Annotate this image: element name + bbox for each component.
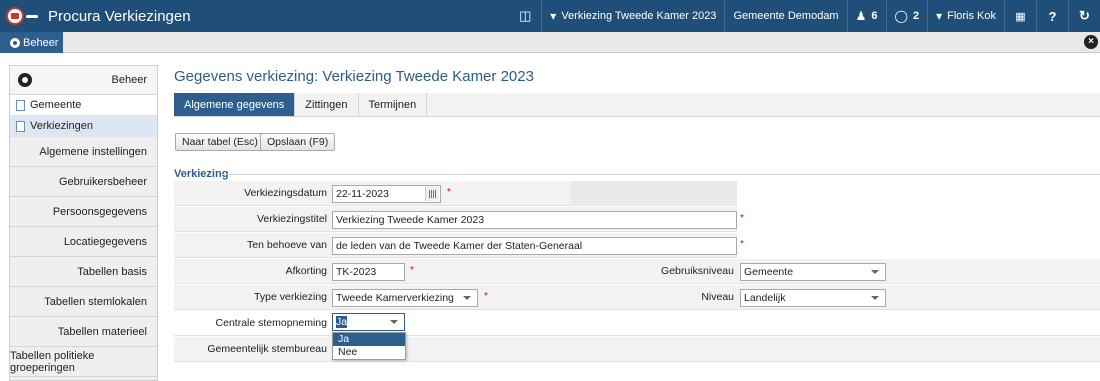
sidebar-item-locatiegegevens[interactable]: Locatiegegevens	[10, 227, 157, 257]
sidebar-item-gebruikersbeheer[interactable]: Gebruikersbeheer	[10, 167, 157, 197]
dropdown-option-ja[interactable]: Ja	[333, 333, 405, 346]
app-title: Procura Verkiezingen	[48, 7, 191, 25]
behalf-field[interactable]: de leden van de Tweede Kamer der Staten-…	[332, 237, 737, 255]
user-menu[interactable]: ▾ Floris Kok	[927, 0, 1004, 32]
users-button[interactable]: ♟ 6	[846, 0, 886, 32]
messages-button[interactable]: ◯ 2	[885, 0, 928, 32]
sidebar-item-tabellen-stemlokalen[interactable]: Tabellen stemlokalen	[10, 287, 157, 317]
abbreviation-field[interactable]: TK-2023	[332, 263, 405, 281]
level-select[interactable]: Landelijk	[740, 289, 886, 307]
type-select[interactable]: Tweede Kamerverkiezing	[332, 289, 478, 307]
election-selector-label: Verkiezing Tweede Kamer 2023	[561, 10, 717, 22]
title-field[interactable]: Verkiezing Tweede Kamer 2023	[332, 211, 737, 229]
central-counting-dropdown: Ja Nee	[332, 332, 406, 360]
sidebar: Beheer Gemeente Verkiezingen Algemene in…	[9, 65, 158, 381]
logo-icon	[6, 7, 24, 25]
help-button[interactable]: ?	[1036, 0, 1068, 32]
section-divider	[222, 174, 1100, 175]
users-count: 6	[871, 10, 878, 22]
page-title: Gegevens verkiezing: Verkiezing Tweede K…	[174, 68, 534, 85]
dropdown-option-nee[interactable]: Nee	[333, 346, 405, 359]
module-tab-label: Beheer	[23, 36, 59, 49]
abbreviation-label: Afkorting	[285, 265, 327, 277]
municipal-office-label: Gemeentelijk stembureau	[207, 343, 327, 355]
bookmark-icon[interactable]: ◫	[509, 0, 541, 32]
top-bar: Procura Verkiezingen ◫ ▾ Verkiezing Twee…	[0, 0, 1100, 32]
caret-down-icon	[871, 296, 879, 300]
tab-bar: Algemene gegevens Zittingen Termijnen	[174, 93, 1100, 117]
sidebar-item-label: Gemeente	[30, 99, 82, 111]
section-title: Verkiezing	[174, 168, 229, 180]
caret-down-icon	[871, 270, 879, 274]
required-mark: *	[410, 265, 414, 276]
calendar-icon[interactable]	[425, 187, 439, 201]
behalf-label: Ten behoeve van	[247, 239, 327, 251]
required-mark: *	[740, 213, 744, 224]
sidebar-item-label: Verkiezingen	[30, 120, 93, 132]
empty-cell	[571, 181, 737, 206]
form-row-abbreviation: Afkorting TK-2023 * Gebruiksniveau Gemee…	[174, 259, 1100, 284]
sidebar-item-tabellen-politieke-groeperingen[interactable]: Tabellen politieke groeperingen	[10, 347, 157, 377]
election-selector[interactable]: ▾ Verkiezing Tweede Kamer 2023	[541, 0, 724, 32]
app-logo[interactable]	[0, 0, 44, 32]
tab-algemene-gegevens[interactable]: Algemene gegevens	[174, 93, 296, 116]
document-icon	[16, 120, 25, 132]
usage-level-value: Gemeente	[744, 266, 794, 278]
required-mark: *	[740, 239, 744, 250]
tab-zittingen[interactable]: Zittingen	[295, 93, 359, 116]
gear-icon	[18, 73, 32, 87]
user-name: Floris Kok	[947, 10, 996, 22]
close-icon[interactable]: ×	[1084, 35, 1098, 49]
level-value: Landelijk	[744, 292, 786, 304]
type-label: Type verkiezing	[254, 291, 327, 303]
gear-icon	[10, 37, 20, 48]
title-label: Verkiezingstitel	[256, 213, 327, 225]
sidebar-item-tabellen-materieel[interactable]: Tabellen materieel	[10, 317, 157, 347]
back-to-table-button[interactable]: Naar tabel (Esc)	[175, 133, 265, 151]
chat-icon: ◯	[894, 9, 908, 23]
sidebar-item-verkiezingen[interactable]: Verkiezingen	[10, 116, 157, 137]
key-icon	[26, 14, 38, 18]
date-label: Verkiezingsdatum	[244, 187, 327, 199]
type-value: Tweede Kamerverkiezing	[336, 292, 454, 304]
required-mark: *	[484, 291, 488, 302]
level-label: Niveau	[701, 291, 734, 303]
tab-termijnen[interactable]: Termijnen	[359, 93, 428, 116]
central-counting-label: Centrale stemopneming	[215, 317, 327, 329]
sidebar-header[interactable]: Beheer	[10, 66, 157, 95]
form-row-type: Type verkiezing Tweede Kamerverkiezing *…	[174, 285, 1100, 310]
form-row-date: Verkiezingsdatum 22-11-2023 *	[174, 181, 737, 206]
caret-down-icon	[463, 296, 471, 300]
required-mark: *	[447, 187, 451, 198]
sidebar-item-algemene-instellingen[interactable]: Algemene instellingen	[10, 137, 157, 167]
caret-down-icon: ▾	[550, 9, 557, 23]
sidebar-item-tabellen-basis[interactable]: Tabellen basis	[10, 257, 157, 287]
form-row-central-counting: Centrale stemopneming Ja	[174, 311, 1100, 336]
document-icon	[16, 99, 25, 111]
usage-level-select[interactable]: Gemeente	[740, 263, 886, 281]
sidebar-item-persoonsgegevens[interactable]: Persoonsgegevens	[10, 197, 157, 227]
caret-down-icon	[390, 320, 398, 324]
central-counting-select[interactable]: Ja	[332, 313, 405, 331]
module-tab-beheer[interactable]: Beheer	[0, 32, 63, 53]
save-button[interactable]: Opslaan (F9)	[260, 133, 336, 151]
usage-level-label: Gebruiksniveau	[661, 265, 734, 277]
users-icon: ♟	[855, 9, 867, 23]
form-row-municipal-office: Gemeentelijk stembureau	[174, 337, 1100, 362]
module-bar: Beheer ×	[0, 32, 1100, 53]
central-counting-value: Ja	[336, 316, 348, 328]
sidebar-header-label: Beheer	[111, 74, 147, 86]
municipality-label[interactable]: Gemeente Demodam	[724, 0, 846, 32]
date-value: 22-11-2023	[336, 188, 389, 200]
caret-down-icon: ▾	[936, 9, 943, 23]
sidebar-item-gemeente[interactable]: Gemeente	[10, 95, 157, 116]
refresh-icon[interactable]: ↻	[1068, 0, 1100, 32]
date-field[interactable]: 22-11-2023	[332, 185, 441, 203]
calendar-icon[interactable]: ▦	[1004, 0, 1036, 32]
messages-count: 2	[912, 10, 920, 22]
